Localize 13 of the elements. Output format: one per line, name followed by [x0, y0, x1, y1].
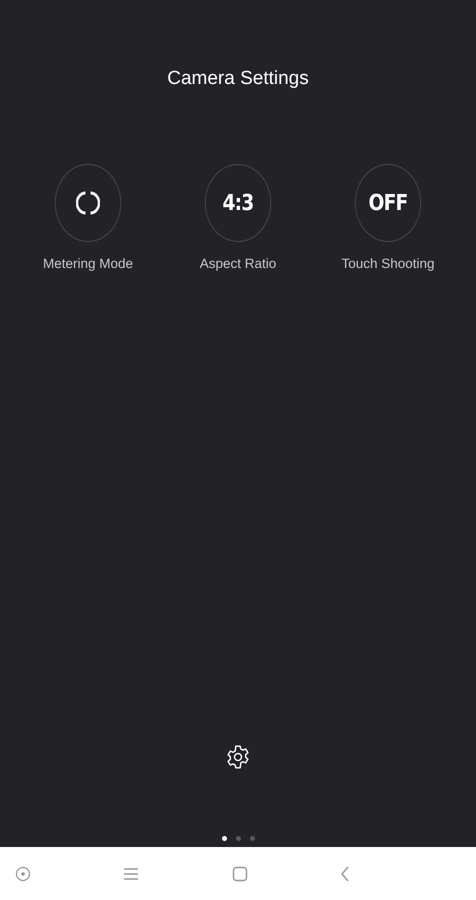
home-icon[interactable] — [232, 866, 248, 882]
option-label: Metering Mode — [42, 256, 134, 271]
screen-title: Camera Settings — [167, 68, 309, 90]
back-icon[interactable] — [340, 866, 350, 882]
option-label: Aspect Ratio — [200, 256, 276, 271]
settings-icon[interactable] — [225, 744, 251, 770]
menu-icon[interactable] — [123, 866, 140, 880]
camera-icon[interactable] — [15, 866, 31, 882]
option-label: Touch Shooting — [341, 256, 435, 271]
option-button[interactable]: 4:3 — [204, 164, 272, 242]
option-button[interactable] — [54, 164, 122, 242]
metering-icon — [76, 189, 100, 217]
option-button[interactable]: OFF — [354, 164, 422, 242]
